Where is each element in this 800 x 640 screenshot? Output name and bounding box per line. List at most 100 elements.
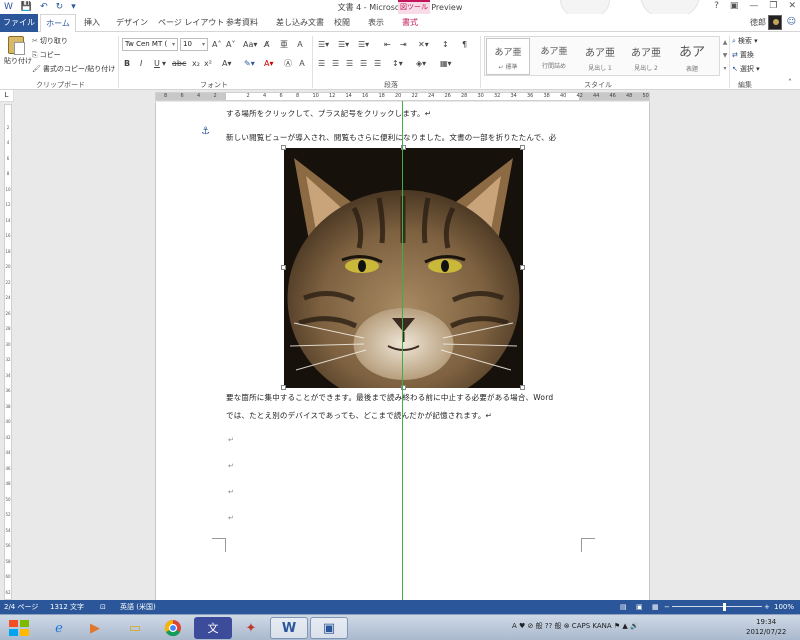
tab-home[interactable]: ホーム bbox=[40, 14, 76, 32]
styles-scroll[interactable]: ▲ ▼ ▾ bbox=[722, 36, 728, 76]
ie-icon[interactable]: ℯ bbox=[40, 617, 78, 639]
clear-format-icon[interactable]: A̸ bbox=[264, 40, 269, 50]
superscript-icon[interactable]: x² bbox=[204, 59, 212, 69]
ribbon-display-icon[interactable]: ▣ bbox=[730, 1, 739, 11]
system-tray[interactable]: A ♥ ⊘ 般 ?? 般 ⊗ CAPS KANA ⚑ ▲ 🔊 bbox=[512, 621, 639, 631]
align-right-icon[interactable]: ☰ bbox=[346, 59, 353, 69]
avatar[interactable] bbox=[768, 15, 782, 30]
tab-format[interactable]: 書式 bbox=[402, 17, 418, 28]
tab-references[interactable]: 参考資料 bbox=[226, 17, 258, 28]
print-layout-icon[interactable]: ▣ bbox=[636, 600, 643, 614]
align-left-icon[interactable]: ☰ bbox=[318, 59, 325, 69]
tab-mailings[interactable]: 差し込み文書 bbox=[276, 17, 324, 28]
paragraph-mark[interactable]: ↵ bbox=[228, 436, 234, 444]
language-status[interactable]: 英語 (米国) bbox=[120, 600, 156, 614]
resize-handle[interactable] bbox=[520, 265, 525, 270]
multilevel-list-icon[interactable]: ☰▾ bbox=[358, 40, 369, 50]
align-center-icon[interactable]: ☰ bbox=[332, 59, 339, 69]
grow-font-icon[interactable]: A˄ bbox=[212, 40, 221, 50]
scroll-down-icon[interactable]: ▼ bbox=[722, 49, 728, 62]
strikethrough-icon[interactable]: abc bbox=[172, 59, 186, 69]
decrease-indent-icon[interactable]: ⇤ bbox=[384, 40, 391, 50]
restore-icon[interactable]: ❐ bbox=[769, 1, 777, 11]
horizontal-ruler[interactable]: 8 6 4 2 2 4 6 8 10 12 14 16 18 20 22 24 26 28 30 32 34 36 38 40… bbox=[155, 92, 650, 101]
style-normal[interactable]: あア亜 ↵ 標準 bbox=[486, 38, 530, 75]
help-icon[interactable]: ? bbox=[714, 1, 719, 11]
paragraph-mark[interactable]: ↵ bbox=[228, 514, 234, 522]
zoom-in-icon[interactable]: + bbox=[764, 600, 770, 614]
page-count[interactable]: 2/4 ページ bbox=[4, 600, 38, 614]
word-count[interactable]: 1312 文字 bbox=[50, 600, 84, 614]
anchor-icon[interactable]: ⚓ bbox=[201, 126, 210, 137]
proofing-icon[interactable]: ⊡ bbox=[100, 600, 106, 614]
find-button[interactable]: ⌕ 検索 ▾ bbox=[732, 36, 758, 46]
style-heading-1[interactable]: あア亜 見出し 1 bbox=[578, 38, 622, 75]
style-no-spacing[interactable]: あア亜 行間詰め bbox=[532, 38, 576, 75]
highlight-icon[interactable]: ✎▾ bbox=[244, 59, 255, 69]
numbering-icon[interactable]: ☰▾ bbox=[338, 40, 349, 50]
resize-handle[interactable] bbox=[520, 145, 525, 150]
paragraph-mark[interactable]: ↵ bbox=[228, 462, 234, 470]
borders-icon[interactable]: ▦▾ bbox=[440, 59, 452, 69]
close-icon[interactable]: ✕ bbox=[788, 1, 796, 11]
bold-icon[interactable]: B bbox=[124, 59, 130, 69]
show-marks-icon[interactable]: ¶ bbox=[462, 40, 467, 50]
collapse-ribbon-icon[interactable]: ˄ bbox=[788, 78, 792, 88]
zoom-out-icon[interactable]: − bbox=[664, 600, 670, 614]
document-line[interactable]: する場所をクリックして、プラス記号をクリックします。↵ bbox=[226, 108, 431, 119]
chrome-icon[interactable] bbox=[154, 617, 192, 639]
sort-icon[interactable]: ↕ bbox=[442, 40, 449, 50]
tab-selector[interactable]: L bbox=[0, 90, 14, 102]
paste-icon[interactable] bbox=[8, 36, 25, 55]
enclose-char-icon[interactable]: Ⓐ bbox=[284, 59, 292, 69]
word-preview-icon[interactable]: ▣ bbox=[310, 617, 348, 639]
feedback-icon[interactable]: ☺ bbox=[787, 17, 796, 27]
font-color-icon[interactable]: A▾ bbox=[264, 59, 274, 69]
distribute-icon[interactable]: ☰ bbox=[374, 59, 381, 69]
tab-file[interactable]: ファイル bbox=[0, 14, 38, 32]
resize-handle[interactable] bbox=[281, 145, 286, 150]
tab-page-layout[interactable]: ページ レイアウト bbox=[158, 17, 224, 28]
explorer-icon[interactable]: ▭ bbox=[116, 617, 154, 639]
read-mode-icon[interactable]: ▤ bbox=[620, 600, 627, 614]
char-shading-icon[interactable]: Ａ bbox=[298, 59, 306, 69]
zoom-thumb[interactable] bbox=[723, 603, 726, 611]
paragraph-mark[interactable]: ↵ bbox=[228, 488, 234, 496]
phonetic-guide-icon[interactable]: 亜 bbox=[280, 40, 288, 50]
resize-handle[interactable] bbox=[281, 265, 286, 270]
app-icon[interactable]: ⽂ bbox=[194, 617, 232, 639]
vertical-ruler[interactable]: 2 4 6 8 10 12 14 16 18 20 22 24 26 28 30 32 34 36 38 40 42 44… bbox=[4, 104, 12, 600]
clock[interactable]: 19:34 2012/07/22 bbox=[746, 617, 786, 637]
justify-icon[interactable]: ☰ bbox=[360, 59, 367, 69]
char-border-icon[interactable]: Ａ bbox=[296, 40, 304, 50]
tab-design[interactable]: デザイン bbox=[116, 17, 148, 28]
tab-review[interactable]: 校閲 bbox=[334, 17, 350, 28]
font-name-select[interactable]: Tw Cen MT (▾ bbox=[122, 38, 178, 51]
format-painter-button[interactable]: 🖌 書式のコピー/貼り付け bbox=[32, 64, 115, 74]
zoom-level[interactable]: 100% bbox=[774, 600, 794, 614]
subscript-icon[interactable]: x₂ bbox=[192, 59, 200, 69]
word-2010-icon[interactable]: W bbox=[270, 617, 308, 639]
document-line[interactable]: 新しい閲覧ビューが導入され、閲覧もさらに便利になりました。文書の一部を折りたたん… bbox=[226, 132, 557, 143]
copy-button[interactable]: ⎘ コピー bbox=[32, 50, 61, 60]
bullets-icon[interactable]: ☰▾ bbox=[318, 40, 329, 50]
underline-icon[interactable]: U bbox=[154, 59, 160, 69]
user-name[interactable]: 徳郎 bbox=[750, 17, 766, 28]
increase-indent-icon[interactable]: ⇥ bbox=[400, 40, 407, 50]
media-player-icon[interactable]: ▶ bbox=[76, 617, 114, 639]
text-effects-icon[interactable]: A▾ bbox=[222, 59, 232, 69]
zoom-slider[interactable] bbox=[672, 606, 762, 607]
resize-handle[interactable] bbox=[281, 385, 286, 390]
scroll-up-icon[interactable]: ▲ bbox=[722, 36, 728, 49]
tab-insert[interactable]: 挿入 bbox=[84, 17, 100, 28]
more-styles-icon[interactable]: ▾ bbox=[722, 62, 728, 75]
asian-layout-icon[interactable]: ✕▾ bbox=[418, 40, 429, 50]
minimize-icon[interactable]: — bbox=[749, 1, 758, 11]
web-layout-icon[interactable]: ▦ bbox=[652, 600, 659, 614]
replace-button[interactable]: ⇄ 置換 bbox=[732, 50, 754, 60]
document-line[interactable]: では、たとえ別のデバイスであっても、どこまで読んだかが記憶されます。↵ bbox=[226, 410, 492, 421]
cat-picture[interactable] bbox=[284, 148, 523, 388]
tab-view[interactable]: 表示 bbox=[368, 17, 384, 28]
shrink-font-icon[interactable]: A˅ bbox=[226, 40, 235, 50]
line-spacing-icon[interactable]: ↕▾ bbox=[392, 59, 403, 69]
